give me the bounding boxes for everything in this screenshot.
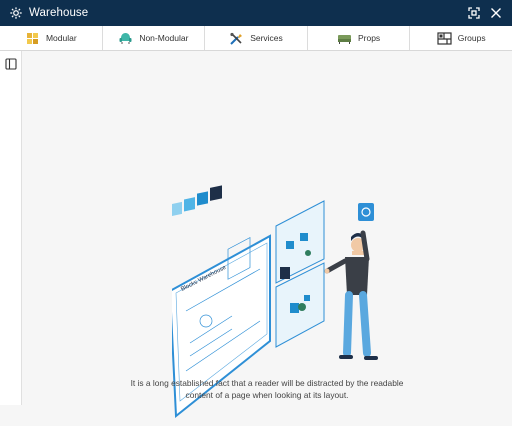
caption-line-1: It is a long established fact that a rea… <box>130 378 404 388</box>
caption-line-2: content of a page when looking at its la… <box>185 390 349 400</box>
category-tabs: Modular Non-Modular Services Props Group… <box>0 26 512 51</box>
tab-services[interactable]: Services <box>205 26 308 50</box>
tab-props-label: Props <box>357 33 381 43</box>
tab-modular-label: Modular <box>45 33 77 43</box>
gear-icon <box>9 6 23 20</box>
sofa-icon <box>337 32 352 45</box>
modular-chair-icon <box>25 32 40 45</box>
layout-icon <box>437 31 452 45</box>
maximize-icon[interactable] <box>468 7 480 19</box>
tab-groups-label: Groups <box>457 33 486 43</box>
empty-state-caption: It is a long established fact that a rea… <box>22 377 512 401</box>
cube-icons <box>172 185 222 216</box>
title-bar: Warehouse <box>0 0 512 26</box>
tab-non-modular-label: Non-Modular <box>139 33 189 43</box>
main-content: Blocks Warehouse It is a long establishe… <box>22 51 512 419</box>
armchair-icon <box>118 32 133 45</box>
tools-icon <box>229 32 244 45</box>
tab-props[interactable]: Props <box>308 26 411 50</box>
close-icon[interactable] <box>490 7 502 19</box>
tab-groups[interactable]: Groups <box>410 26 512 50</box>
tab-non-modular[interactable]: Non-Modular <box>103 26 206 50</box>
tab-modular[interactable]: Modular <box>0 26 103 50</box>
sidebar-toggle-icon[interactable] <box>5 58 17 70</box>
sidebar <box>0 51 22 405</box>
window-title: Warehouse <box>29 7 89 19</box>
tab-services-label: Services <box>250 33 283 43</box>
